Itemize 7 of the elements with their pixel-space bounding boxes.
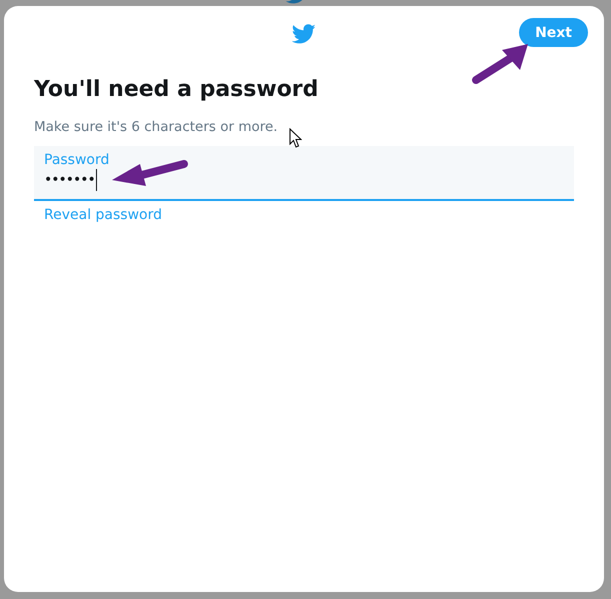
next-button[interactable]: Next: [519, 18, 588, 47]
hint-text: Make sure it's 6 characters or more.: [34, 118, 279, 136]
password-field[interactable]: Password •••••••: [34, 146, 574, 201]
bird-logo-icon: [292, 22, 316, 46]
mouse-cursor-icon: [289, 128, 302, 149]
reveal-password-link[interactable]: Reveal password: [44, 207, 162, 223]
dialog-title: You'll need a password: [34, 76, 320, 104]
